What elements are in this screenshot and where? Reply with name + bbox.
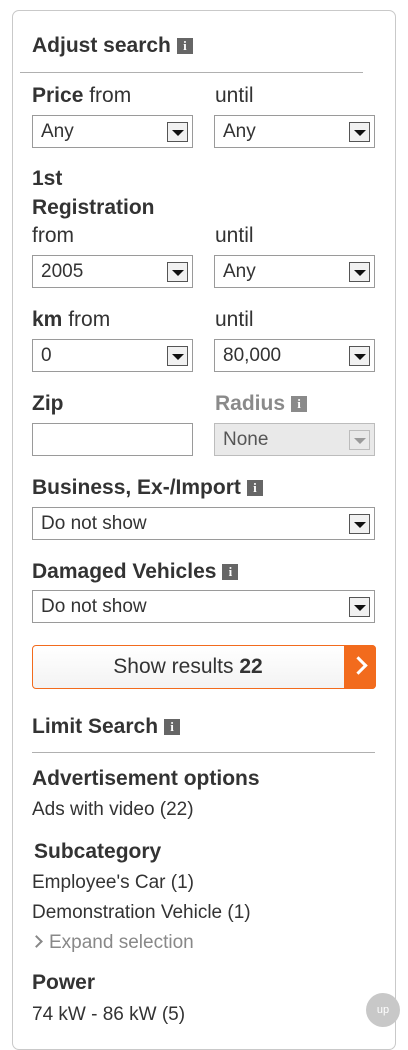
km-from-select[interactable]: 0: [32, 339, 193, 372]
price-until-select[interactable]: Any: [214, 115, 375, 148]
registration-until-label: until: [215, 224, 254, 247]
chevron-down-icon[interactable]: [167, 262, 188, 282]
subcategory-item[interactable]: Demonstration Vehicle (1): [32, 902, 251, 924]
registration-label-line1: 1st: [32, 167, 63, 190]
km-until-select[interactable]: 80,000: [214, 339, 375, 372]
chevron-down-icon: [349, 430, 370, 450]
subcategory-heading: Subcategory: [34, 840, 162, 863]
divider: [20, 72, 363, 73]
price-label: Price from: [32, 84, 132, 107]
scroll-top-button[interactable]: up: [366, 993, 400, 1027]
km-label: km from: [32, 308, 111, 331]
ad-option-video[interactable]: Ads with video (22): [32, 799, 194, 821]
damaged-select[interactable]: Do not show: [32, 590, 375, 623]
chevron-down-icon[interactable]: [349, 346, 370, 366]
price-until-label: until: [215, 84, 254, 107]
adjust-search-heading: Adjust search i: [32, 34, 193, 58]
chevron-right-icon: [30, 935, 43, 948]
info-icon[interactable]: i: [246, 480, 263, 496]
expand-selection-link[interactable]: Expand selection: [30, 932, 194, 954]
subcategory-item[interactable]: Employee's Car (1): [32, 872, 194, 894]
radius-label: Radius i: [215, 392, 308, 416]
power-item[interactable]: 74 kW - 86 kW (5): [32, 1004, 185, 1026]
business-select[interactable]: Do not show: [32, 507, 375, 540]
registration-from-select[interactable]: 2005: [32, 255, 193, 288]
chevron-down-icon[interactable]: [349, 597, 370, 617]
chevron-down-icon[interactable]: [167, 346, 188, 366]
power-heading: Power: [32, 971, 96, 994]
km-until-label: until: [215, 308, 254, 331]
zip-input[interactable]: [32, 423, 193, 456]
show-results-button[interactable]: Show results 22: [32, 645, 376, 689]
info-icon[interactable]: i: [176, 38, 193, 54]
damaged-label: Damaged Vehicles i: [32, 560, 239, 584]
price-from-select[interactable]: Any: [32, 115, 193, 148]
chevron-down-icon[interactable]: [349, 514, 370, 534]
registration-until-select[interactable]: Any: [214, 255, 375, 288]
registration-from-label: from: [32, 224, 74, 247]
chevron-right-icon[interactable]: [344, 645, 376, 689]
radius-select: None: [214, 423, 375, 456]
info-icon[interactable]: i: [291, 396, 308, 412]
chevron-down-icon[interactable]: [167, 122, 188, 142]
limit-search-heading: Limit Search i: [32, 715, 181, 739]
business-label: Business, Ex-/Import i: [32, 476, 263, 500]
chevron-down-icon[interactable]: [349, 122, 370, 142]
chevron-down-icon[interactable]: [349, 262, 370, 282]
divider: [32, 752, 375, 753]
info-icon[interactable]: i: [222, 564, 239, 580]
info-icon[interactable]: i: [164, 719, 181, 735]
zip-label: Zip: [32, 392, 64, 415]
results-count: 22: [239, 655, 263, 678]
registration-label-line2: Registration: [32, 196, 155, 219]
advertisement-options-heading: Advertisement options: [32, 767, 260, 790]
